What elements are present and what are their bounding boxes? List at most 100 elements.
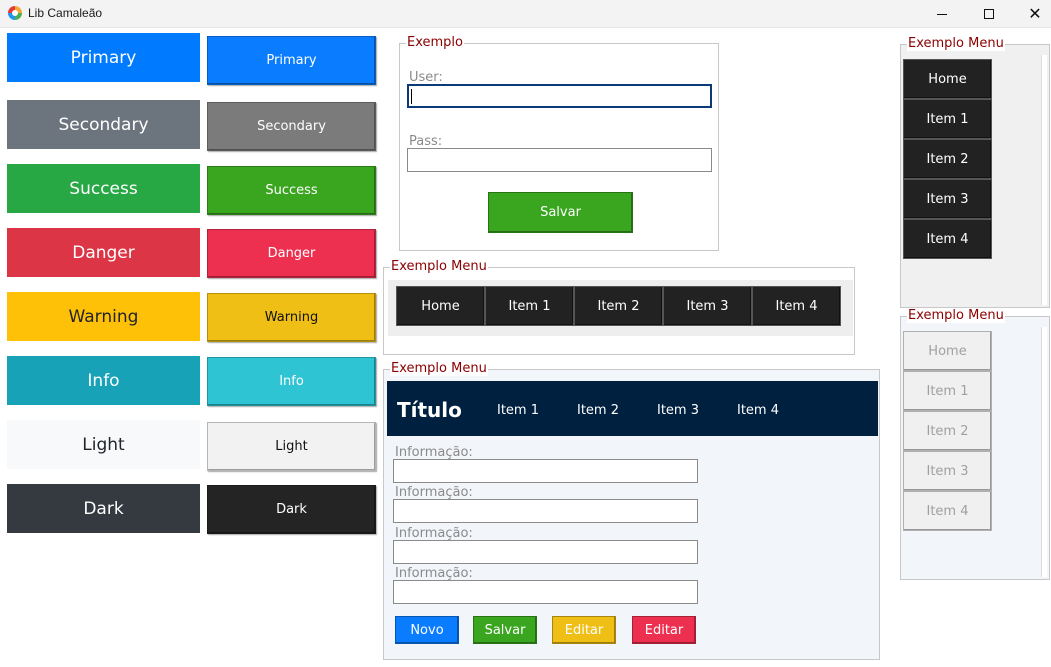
hmenu-item-home[interactable]: Home [396, 286, 485, 326]
button-label: Dark [276, 502, 307, 517]
minimize-icon [937, 13, 947, 15]
hmenu-item-1[interactable]: Item 1 [485, 286, 574, 326]
info-label: Informação: [395, 485, 473, 500]
vmenu-light-item-home[interactable]: Home [903, 331, 992, 371]
vmenu-dark-item-2[interactable]: Item 2 [903, 139, 992, 179]
vmenu-light-edge [1041, 327, 1047, 577]
button-label: Warning [264, 310, 319, 325]
info-label: Informação: [395, 445, 473, 460]
minimize-button[interactable] [919, 0, 965, 28]
vmenu-light-item-1[interactable]: Item 1 [903, 371, 992, 411]
form-groupbox: Exemplo Menu Título Item 1 Item 2 Item 3… [383, 362, 880, 660]
bevel-warning-button[interactable]: Warning [207, 293, 376, 342]
menu-item-label: Home [928, 343, 967, 359]
bevel-primary-button[interactable]: Primary [207, 36, 376, 85]
horizontal-menu-groupbox: Exemplo Menu Home Item 1 Item 2 Item 3 I… [383, 260, 855, 355]
menu-item-label: Item 4 [775, 298, 818, 314]
user-field[interactable] [407, 84, 712, 108]
form-nav-item-2[interactable]: Item 2 [577, 403, 619, 418]
user-label: User: [409, 70, 443, 85]
groupbox-legend: Exemplo Menu [390, 361, 488, 376]
menu-item-label: Item 3 [686, 298, 729, 314]
window-title: Lib Camaleão [28, 6, 103, 20]
vmenu-dark-edge [1041, 55, 1047, 305]
bevel-success-button[interactable]: Success [207, 166, 376, 215]
vmenu-dark-item-1[interactable]: Item 1 [903, 99, 992, 139]
pass-field[interactable] [407, 148, 712, 172]
vmenu-light-item-4[interactable]: Item 4 [903, 491, 992, 531]
form-nav-item-4[interactable]: Item 4 [737, 403, 779, 418]
maximize-button[interactable] [966, 0, 1012, 28]
form-header-bar: Título Item 1 Item 2 Item 3 Item 4 [387, 381, 878, 436]
bevel-dark-button[interactable]: Dark [207, 485, 376, 534]
vertical-dark-menu-groupbox: Exemplo Menu Home Item 1 Item 2 Item 3 I… [900, 37, 1050, 308]
menu-item-label: Item 2 [597, 298, 640, 314]
button-label: Light [82, 434, 125, 455]
close-button[interactable]: ✕ [1012, 0, 1051, 28]
vmenu-dark-item-4[interactable]: Item 4 [903, 219, 992, 259]
menu-item-label: Item 1 [926, 111, 969, 127]
hmenu-item-3[interactable]: Item 3 [663, 286, 752, 326]
flat-danger-button[interactable]: Danger [7, 228, 200, 277]
menu-item-label: Item 2 [926, 151, 969, 167]
menu-item-label: Item 1 [508, 298, 551, 314]
groupbox-legend: Exemplo Menu [907, 308, 1005, 323]
title-bar: Lib Camaleão ✕ [0, 0, 1051, 28]
hmenu-item-2[interactable]: Item 2 [574, 286, 663, 326]
flat-dark-button[interactable]: Dark [7, 484, 200, 533]
pass-label: Pass: [409, 134, 443, 149]
flat-secondary-button[interactable]: Secondary [7, 100, 200, 149]
button-label: Info [87, 370, 120, 391]
button-label: Primary [70, 47, 137, 68]
flat-info-button[interactable]: Info [7, 356, 200, 405]
vmenu-light-item-2[interactable]: Item 2 [903, 411, 992, 451]
button-label: Novo [410, 622, 444, 638]
menu-item-label: Item 2 [926, 423, 969, 439]
menu-item-label: Item 3 [926, 463, 969, 479]
form-title: Título [397, 398, 462, 422]
vmenu-light-item-3[interactable]: Item 3 [903, 451, 992, 491]
login-save-button[interactable]: Salvar [488, 192, 633, 233]
button-label: Warning [68, 306, 139, 327]
info-field[interactable] [393, 580, 698, 604]
button-label: Editar [644, 622, 684, 638]
login-groupbox: Exemplo User: Pass: Salvar [399, 36, 719, 251]
bevel-secondary-button[interactable]: Secondary [207, 102, 376, 151]
flat-warning-button[interactable]: Warning [7, 292, 200, 341]
flat-primary-button[interactable]: Primary [7, 33, 200, 82]
flat-success-button[interactable]: Success [7, 164, 200, 213]
vmenu-dark-item-3[interactable]: Item 3 [903, 179, 992, 219]
menu-item-label: Item 4 [926, 503, 969, 519]
hmenu-item-4[interactable]: Item 4 [752, 286, 841, 326]
flat-light-button[interactable]: Light [7, 420, 200, 469]
button-label: Info [279, 374, 304, 389]
bevel-info-button[interactable]: Info [207, 357, 376, 406]
info-field[interactable] [393, 540, 698, 564]
app-icon [8, 6, 22, 20]
save-button[interactable]: Salvar [473, 616, 537, 644]
groupbox-legend: Exemplo Menu [390, 259, 488, 274]
edit-button[interactable]: Editar [552, 616, 616, 644]
vertical-light-menu-groupbox: Exemplo Menu Home Item 1 Item 2 Item 3 I… [900, 309, 1050, 580]
button-label: Secondary [58, 114, 149, 135]
button-label: Editar [564, 622, 604, 638]
menu-item-label: Home [421, 298, 460, 314]
vmenu-dark-item-home[interactable]: Home [903, 59, 992, 99]
groupbox-legend: Exemplo [406, 35, 464, 50]
bevel-light-button[interactable]: Light [207, 422, 376, 471]
info-field[interactable] [393, 499, 698, 523]
info-field[interactable] [393, 459, 698, 483]
button-label: Success [265, 183, 318, 198]
edit-danger-button[interactable]: Editar [632, 616, 696, 644]
button-label: Salvar [484, 622, 526, 638]
maximize-icon [984, 9, 994, 19]
form-nav-item-1[interactable]: Item 1 [497, 403, 539, 418]
button-label: Danger [267, 246, 316, 261]
menu-item-label: Item 3 [926, 191, 969, 207]
close-icon: ✕ [1028, 4, 1042, 23]
form-nav-item-3[interactable]: Item 3 [657, 403, 699, 418]
info-label: Informação: [395, 566, 473, 581]
menu-item-label: Item 1 [926, 383, 969, 399]
bevel-danger-button[interactable]: Danger [207, 229, 376, 278]
new-button[interactable]: Novo [395, 616, 459, 644]
